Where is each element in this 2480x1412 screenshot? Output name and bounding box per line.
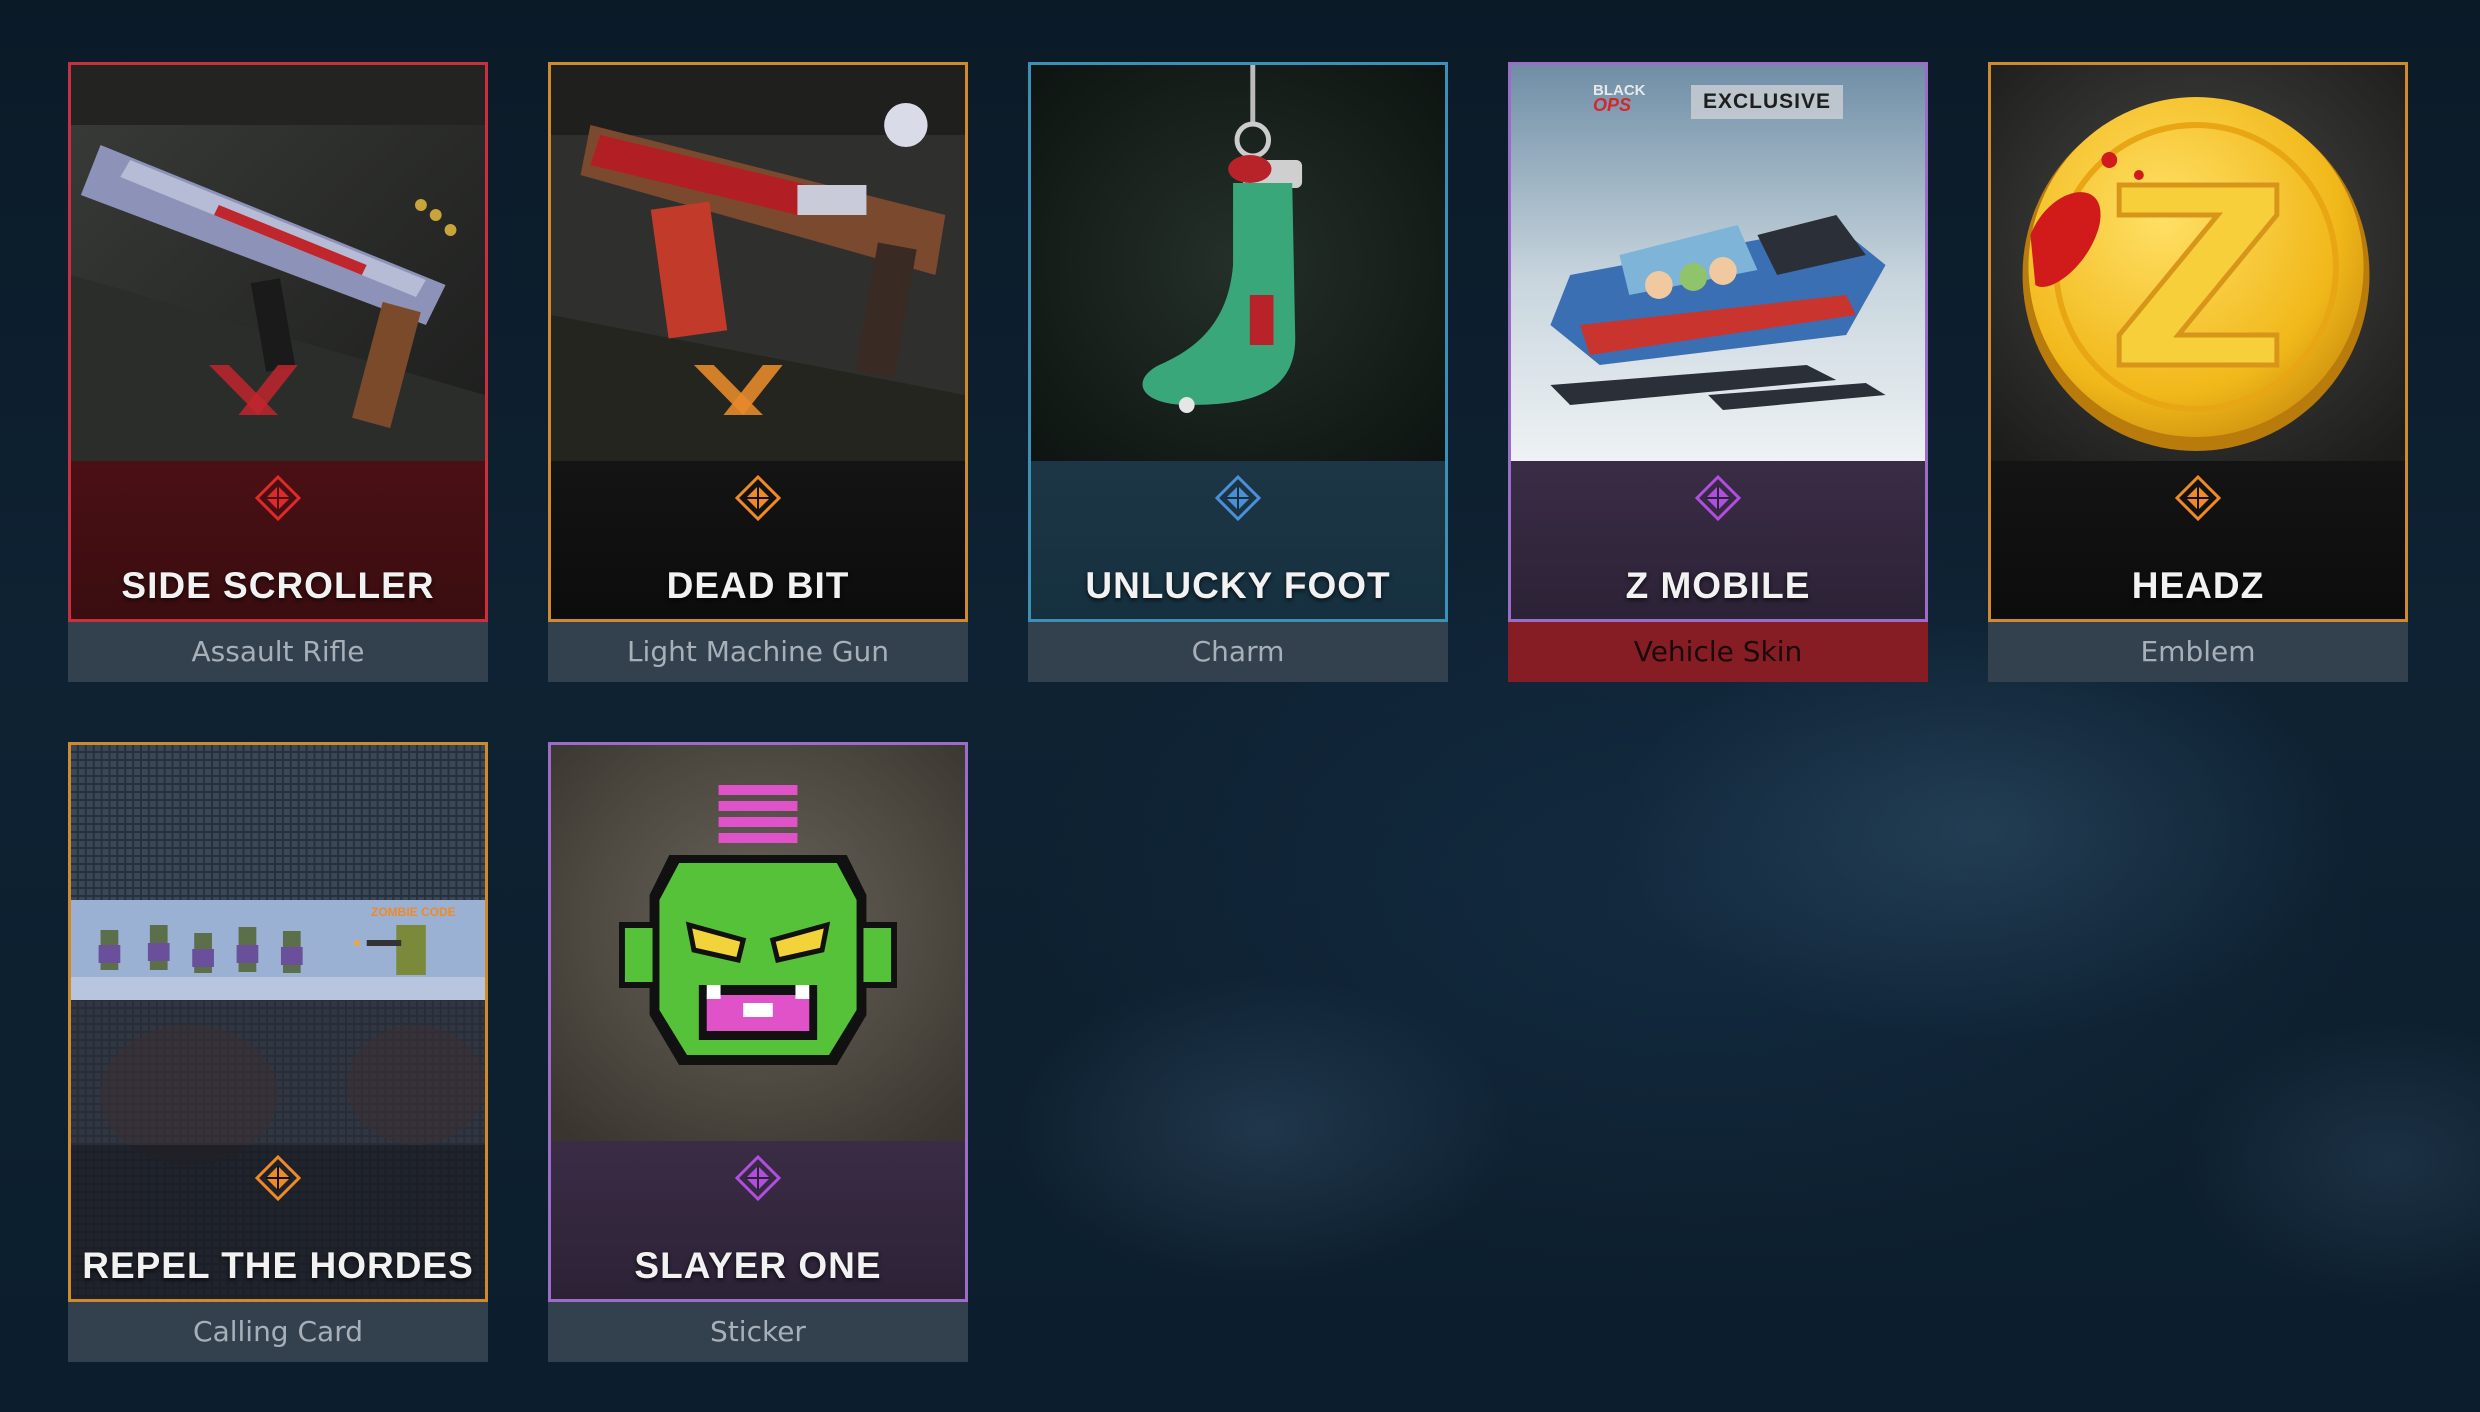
item-name: REPEL THE HORDES [82, 1245, 474, 1286]
card-footer: SLAYER ONE [551, 1141, 965, 1299]
item-name: SLAYER ONE [634, 1245, 882, 1286]
brand-label-bottom: OPS [1593, 95, 1632, 115]
rarity-diamond-icon [255, 1155, 301, 1201]
exclusive-badge: EXCLUSIVE [1691, 85, 1844, 119]
item-preview-image [551, 65, 965, 461]
card-footer: UNLUCKY FOOT [1031, 461, 1445, 619]
card-frame: SLAYER ONE [548, 742, 968, 1302]
item-name: SIDE SCROLLER [121, 565, 435, 606]
item-card-repel-the-hordes[interactable]: ZOMBIE CODE REPEL THE HORDES Calling Car… [68, 742, 488, 1362]
item-card-headz[interactable]: HEADZ Emblem [1988, 62, 2408, 682]
banner-label: ZOMBIE CODE [371, 905, 456, 919]
card-footer: DEAD BIT [551, 461, 965, 619]
rarity-diamond-icon [1215, 475, 1261, 521]
item-card-side-scroller[interactable]: SIDE SCROLLER Assault Rifle [68, 62, 488, 682]
card-footer: HEADZ [1991, 461, 2405, 619]
card-frame: SIDE SCROLLER [68, 62, 488, 622]
item-card-dead-bit[interactable]: DEAD BIT Light Machine Gun [548, 62, 968, 682]
item-card-z-mobile[interactable]: BLACK OPS EXCLUSIVE Z MOBILE Vehicle Ski… [1508, 62, 1928, 682]
item-type-label: Sticker [548, 1302, 968, 1362]
item-preview-image [1511, 65, 1925, 461]
rarity-diamond-icon [1695, 475, 1741, 521]
item-type-label: Charm [1028, 622, 1448, 682]
item-name: Z MOBILE [1625, 565, 1811, 606]
item-card-unlucky-foot[interactable]: UNLUCKY FOOT Charm [1028, 62, 1448, 682]
rarity-diamond-icon [255, 475, 301, 521]
item-name: HEADZ [2131, 565, 2265, 606]
item-type-label: Emblem [1988, 622, 2408, 682]
item-name: DEAD BIT [666, 565, 850, 606]
rarity-diamond-icon [735, 1155, 781, 1201]
item-card-slayer-one[interactable]: SLAYER ONE Sticker [548, 742, 968, 1362]
item-preview-image [71, 65, 485, 461]
card-frame: ZOMBIE CODE REPEL THE HORDES [68, 742, 488, 1302]
item-type-label: Calling Card [68, 1302, 488, 1362]
item-type-label: Assault Rifle [68, 622, 488, 682]
black-ops-logo: BLACK OPS [1593, 83, 1646, 117]
item-type-label: Vehicle Skin [1508, 622, 1928, 682]
rarity-diamond-icon [735, 475, 781, 521]
item-preview-image [1991, 65, 2405, 461]
card-frame: DEAD BIT [548, 62, 968, 622]
card-footer: SIDE SCROLLER [71, 461, 485, 619]
rarity-diamond-icon [2175, 475, 2221, 521]
card-frame: UNLUCKY FOOT [1028, 62, 1448, 622]
card-frame: HEADZ [1988, 62, 2408, 622]
card-footer: REPEL THE HORDES [71, 1141, 485, 1299]
item-preview-image [1031, 65, 1445, 461]
card-frame: BLACK OPS EXCLUSIVE Z MOBILE [1508, 62, 1928, 622]
item-name: UNLUCKY FOOT [1085, 565, 1391, 606]
item-preview-image [551, 745, 965, 1141]
item-type-label: Light Machine Gun [548, 622, 968, 682]
card-footer: Z MOBILE [1511, 461, 1925, 619]
